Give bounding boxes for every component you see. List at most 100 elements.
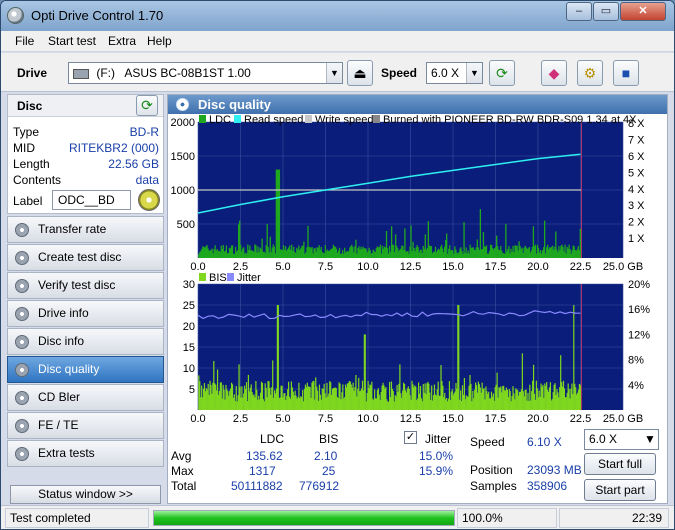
test-speed-select[interactable]: 6.0 X ▼ <box>584 429 659 450</box>
nav-transfer-rate[interactable]: Transfer rate <box>7 216 164 243</box>
nav-label: FE / TE <box>38 418 79 432</box>
legend-swatch <box>234 115 241 123</box>
refresh-button[interactable]: ⟳ <box>489 60 515 86</box>
y-tick-label: 25 <box>183 300 195 312</box>
disc-contents-value: data <box>135 173 159 187</box>
y-tick-label: 500 <box>177 219 195 231</box>
save-button[interactable]: ■ <box>613 60 639 86</box>
y-tick-label: 1500 <box>171 151 195 163</box>
nav-cd-bler[interactable]: CD Bler <box>7 384 164 411</box>
drive-toolbar: Drive (F:) ASUS BC-08B1ST 1.00 ▼ ⏏ Speed… <box>1 53 674 92</box>
disc-refresh-button[interactable]: ⟳ <box>136 95 158 116</box>
y2-tick-label: 16% <box>628 304 650 316</box>
y-tick-label: 1000 <box>171 185 195 197</box>
y-tick-label: 15 <box>183 342 195 354</box>
x-tick-label: 17.5 <box>485 413 506 425</box>
nav-label: Transfer rate <box>38 222 107 236</box>
disc-icon <box>15 279 29 293</box>
start-full-button[interactable]: Start full <box>584 453 656 475</box>
disc-icon <box>15 447 29 461</box>
y-tick-label: 2000 <box>171 117 195 129</box>
nav-label: Drive info <box>38 306 89 320</box>
position-label: Position <box>470 463 513 477</box>
nav-extra-tests[interactable]: Extra tests <box>7 440 164 467</box>
progress-text: 100.0% <box>457 508 557 528</box>
settings-button[interactable]: ⚙ <box>577 60 603 86</box>
maximize-button[interactable]: ▭ <box>593 2 619 21</box>
total-label: Total <box>171 479 197 493</box>
menu-file[interactable]: File <box>15 34 34 48</box>
disc-label-cd-icon[interactable] <box>138 189 160 211</box>
title-bar[interactable]: Opti Drive Control 1.70 – ▭ ✕ <box>1 1 674 31</box>
stats-panel: LDC BIS ✓ Jitter Avg 135.62 2.10 15.0% M… <box>168 425 667 503</box>
disc-label-key: Label <box>13 194 43 208</box>
y2-tick-label: 8% <box>628 355 644 367</box>
menu-help[interactable]: Help <box>147 34 172 48</box>
disc-type-value: BD-R <box>129 125 159 139</box>
nav-label: Extra tests <box>38 446 95 460</box>
x-tick-label: 15.0 <box>442 413 463 425</box>
disc-icon <box>15 307 29 321</box>
legend-label: BIS <box>209 272 227 284</box>
max-bis-value: 25 <box>322 464 336 478</box>
col-ldc-header: LDC <box>260 432 285 446</box>
status-window-button[interactable]: Status window >> <box>10 485 161 504</box>
nav-fe-te[interactable]: FE / TE <box>7 412 164 439</box>
start-part-button[interactable]: Start part <box>584 479 656 501</box>
chevron-down-icon: ▼ <box>326 63 342 83</box>
close-button[interactable]: ✕ <box>620 2 666 21</box>
nav-verify-test-disc[interactable]: Verify test disc <box>7 272 164 299</box>
disc-icon <box>15 391 29 405</box>
legend-label: Read speed <box>244 115 303 126</box>
speed-select[interactable]: 6.0 X ▼ <box>426 62 483 84</box>
y-tick-label: 10 <box>183 363 195 375</box>
y2-tick-label: 12% <box>628 329 650 341</box>
minimize-button[interactable]: – <box>566 2 592 21</box>
floppy-disk-icon: ■ <box>621 65 631 81</box>
y2-tick-label: 2 X <box>628 217 645 229</box>
jitter-checkbox[interactable]: ✓ <box>404 431 417 444</box>
col-bis-header: BIS <box>319 432 339 446</box>
legend-swatch <box>199 115 206 123</box>
avg-jitter-value: 15.0% <box>419 449 454 463</box>
disc-icon <box>15 335 29 349</box>
y-tick-label: 20 <box>183 321 195 333</box>
position-value: 23093 MB <box>527 463 582 477</box>
y2-tick-label: 4% <box>628 380 644 392</box>
avg-bis-value: 2.10 <box>314 449 338 463</box>
nav-disc-quality[interactable]: Disc quality <box>7 356 164 383</box>
disc-info-box: Disc ⟳ Type BD-R MID RITEKBR2 (000) Leng… <box>7 94 164 214</box>
y2-tick-label: 7 X <box>628 134 645 146</box>
nav-create-test-disc[interactable]: Create test disc <box>7 244 164 271</box>
ldc-chart: 0.0 2.5 5.0 7.5 10.0 12.5 15.0 17.5 20.0 22.5 25.0… <box>171 115 645 273</box>
disc-header-title: Disc <box>17 99 43 113</box>
disc-icon <box>15 223 29 237</box>
status-text: Test completed <box>5 508 149 528</box>
nav-drive-info[interactable]: Drive info <box>7 300 164 327</box>
y2-tick-label: 4 X <box>628 184 645 196</box>
x-tick-label: 2.5 <box>233 413 248 425</box>
drive-select[interactable]: (F:) ASUS BC-08B1ST 1.00 ▼ <box>68 62 343 84</box>
disc-label-field[interactable]: ODC__BD <box>52 190 131 210</box>
gears-icon: ⚙ <box>583 65 597 81</box>
clock: 22:39 <box>559 508 669 528</box>
y2-tick-label: 6 X <box>628 151 645 163</box>
eject-button[interactable]: ⏏ <box>347 60 373 86</box>
x-tick-label: 7.5 <box>318 413 333 425</box>
legend-swatch <box>227 273 234 281</box>
disc-icon <box>15 251 29 265</box>
menu-start-test[interactable]: Start test <box>48 34 96 48</box>
x-tick-label: 0.0 <box>190 413 205 425</box>
erase-button[interactable]: ◆ <box>541 60 567 86</box>
legend-swatch <box>373 115 380 123</box>
nav-label: CD Bler <box>38 390 81 404</box>
nav-label: Verify test disc <box>38 278 116 292</box>
nav-label: Disc quality <box>38 362 100 376</box>
menu-extra[interactable]: Extra <box>108 34 136 48</box>
speed-stat-value: 6.10 X <box>527 435 562 449</box>
y2-tick-label: 1 X <box>628 233 645 245</box>
speed-label: Speed <box>381 66 418 80</box>
nav-disc-info[interactable]: Disc info <box>7 328 164 355</box>
progress-fill <box>154 511 454 525</box>
x-tick-label: 22.5 <box>570 413 591 425</box>
